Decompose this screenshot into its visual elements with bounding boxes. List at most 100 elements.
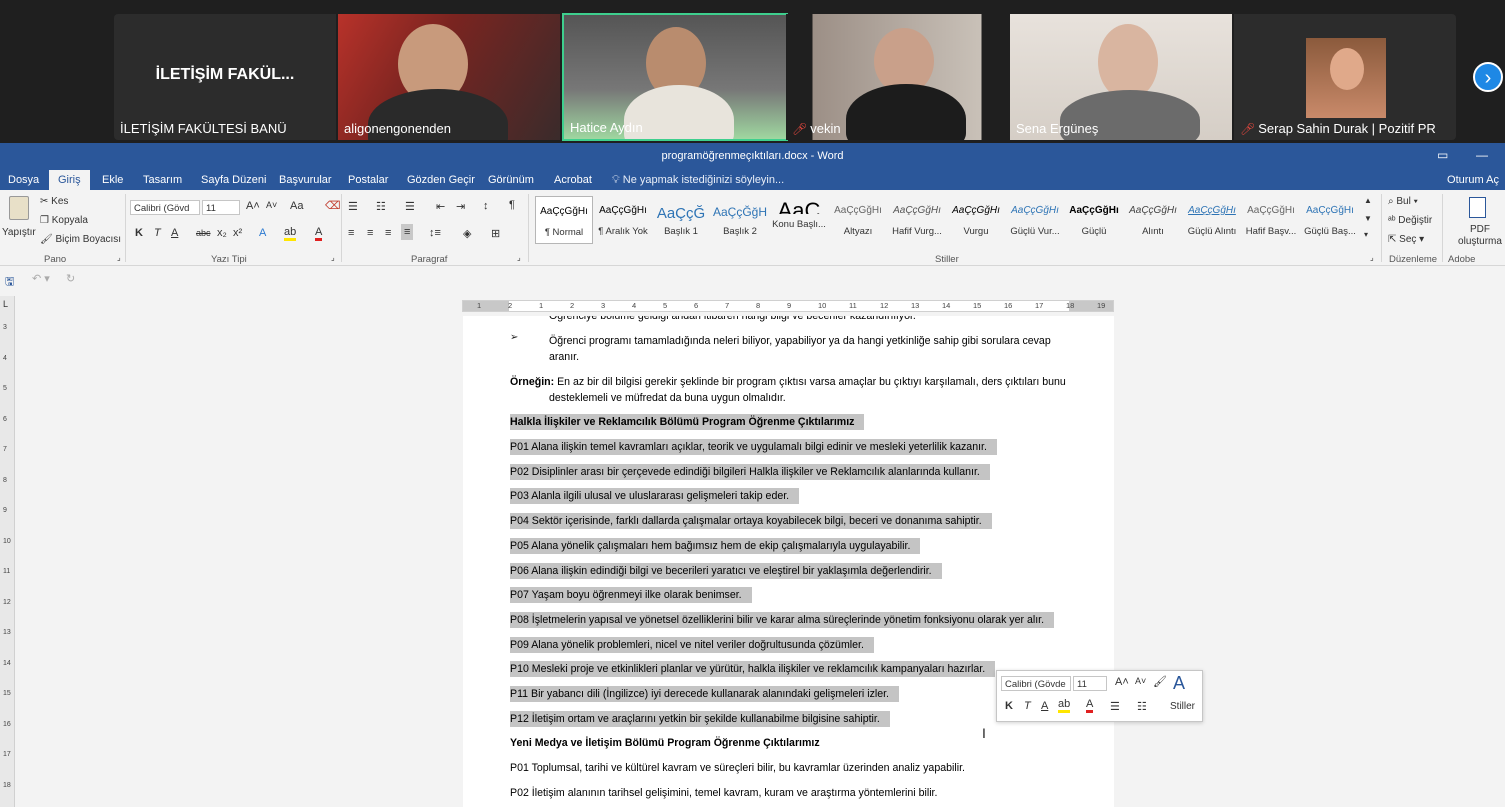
tab-gorunum[interactable]: Görünüm (488, 174, 534, 186)
style-item[interactable]: AaÇçĞğHı Hafif Vurg... (888, 196, 946, 244)
font-color-icon[interactable]: A (1086, 699, 1094, 713)
line-spacing-icon[interactable]: ↕≡ (429, 227, 441, 239)
chevron-right-icon[interactable]: › (1473, 62, 1503, 92)
gallery-down-icon[interactable]: ▼ (1364, 214, 1372, 223)
style-item[interactable]: AaÇ Konu Başlı... (770, 196, 828, 244)
italic-button[interactable]: T (1024, 700, 1031, 712)
paste-button[interactable]: Yapıştır (2, 194, 36, 246)
ruler-tick-label: 4 (632, 301, 637, 310)
bold-button[interactable]: K (135, 227, 143, 239)
tell-me-box[interactable]: 💡︎ Ne yapmak istediğinizi söyleyin... (612, 174, 784, 187)
create-pdf-button[interactable]: PDF oluşturma (1449, 194, 1505, 250)
tab-sayfa-duzeni[interactable]: Sayfa Düzeni (201, 174, 266, 186)
grow-font-icon[interactable]: A˄ (1115, 676, 1129, 688)
style-item[interactable]: AaÇçĞğHı ¶ Aralık Yok (594, 196, 652, 244)
replace-button[interactable]: ᵃᵇ Değiştir (1388, 215, 1432, 226)
tab-dosya[interactable]: Dosya (8, 174, 39, 186)
subscript-button[interactable]: x₂ (217, 227, 227, 239)
tab-giris[interactable]: Giriş (49, 170, 90, 190)
align-right-icon[interactable]: ≡ (385, 227, 391, 239)
italic-button[interactable]: T (154, 227, 161, 239)
underline-button[interactable]: A (1041, 700, 1048, 712)
style-preview: AaÇçĞğHı (1069, 205, 1119, 216)
align-center-icon[interactable]: ≡ (367, 227, 373, 239)
participant-tile-serap-sahin-durak[interactable]: 🎤︎ Serap Sahin Durak | Pozitif PR (1234, 14, 1456, 140)
show-marks-icon[interactable]: ¶ (509, 199, 515, 211)
find-button[interactable]: ⌕ Bul ▾ (1388, 196, 1418, 207)
dialog-launcher-icon[interactable]: ⌟ (517, 253, 521, 262)
participant-tile-hatice-aydin[interactable]: Hatice Aydın (562, 13, 788, 141)
participant-tile-vekin[interactable]: 🎤︎ vekin (786, 14, 1008, 140)
style-item[interactable]: AaÇçĞğHı ¶ Normal (535, 196, 593, 244)
strikethrough-button[interactable]: abc (196, 228, 211, 238)
style-item[interactable]: AaÇçĞğHı Alıntı (1124, 196, 1182, 244)
font-size-box[interactable]: 11 (202, 200, 240, 215)
shrink-font-icon[interactable]: A˅ (266, 200, 277, 210)
styles-icon[interactable]: A (1173, 673, 1185, 694)
style-item[interactable]: AaÇçĞğHı Güçlü Alıntı (1183, 196, 1241, 244)
bullets-icon[interactable]: ☰ (348, 200, 358, 213)
align-left-icon[interactable]: ≡ (348, 227, 354, 239)
dialog-launcher-icon[interactable]: ⌟ (117, 253, 121, 262)
style-item[interactable]: AaÇçĞğH Başlık 2 (711, 196, 769, 244)
tab-ekle[interactable]: Ekle (102, 174, 123, 186)
clear-format-icon[interactable]: ⌫ (325, 199, 341, 212)
underline-button[interactable]: A (171, 227, 178, 239)
save-icon[interactable]: 🖫︎ (5, 273, 14, 292)
participant-tile-iletisim[interactable]: İLETİŞİM FAKÜL... İLETİŞİM FAKÜLTESİ BAN… (114, 14, 336, 140)
decrease-indent-icon[interactable]: ⇤ (436, 200, 445, 213)
copy-button[interactable]: ❐ Kopyala (40, 215, 88, 226)
style-item[interactable]: AaÇçĞğHı Hafif Başv... (1242, 196, 1300, 244)
gallery-up-icon[interactable]: ▲ (1364, 196, 1372, 205)
bullets-icon[interactable]: ☰ (1110, 700, 1120, 713)
select-button[interactable]: ⇱ Seç ▾ (1388, 234, 1424, 245)
tab-tasarim[interactable]: Tasarım (143, 174, 182, 186)
sign-in-link[interactable]: Oturum Aç (1447, 174, 1499, 186)
gallery-more-icon[interactable]: ▾ (1364, 230, 1368, 239)
style-item[interactable]: AaÇçĞğHı Güçlü Baş... (1301, 196, 1359, 244)
minimize-icon[interactable]: — (1476, 148, 1488, 162)
style-item[interactable]: AaÇçĞğHı Güçlü Vur... (1006, 196, 1064, 244)
text-effects-icon[interactable]: A (259, 227, 266, 239)
borders-icon[interactable]: ⊞ (491, 227, 500, 240)
tab-postalar[interactable]: Postalar (348, 174, 388, 186)
style-item[interactable]: AaÇçĞğHı Vurgu (947, 196, 1005, 244)
tab-acrobat[interactable]: Acrobat (554, 174, 592, 186)
style-item[interactable]: AaÇçĞğHı Güçlü (1065, 196, 1123, 244)
sort-icon[interactable]: ↕ (483, 200, 489, 212)
dialog-launcher-icon[interactable]: ⌟ (331, 253, 335, 262)
grow-font-icon[interactable]: A˄ (246, 200, 260, 212)
ribbon-display-icon[interactable]: ▭ (1437, 148, 1448, 162)
tab-selector-icon[interactable]: L (3, 299, 8, 309)
format-painter-icon[interactable]: 🖌︎ (1153, 675, 1167, 688)
superscript-button[interactable]: x² (233, 227, 242, 239)
font-color-icon[interactable]: A (315, 227, 323, 241)
dialog-launcher-icon[interactable]: ⌟ (1370, 253, 1374, 262)
mini-size-box[interactable]: 11 (1073, 676, 1107, 691)
multilevel-list-icon[interactable]: ☰ (405, 200, 415, 213)
style-item[interactable]: AaÇçĞğHı Altyazı (829, 196, 887, 244)
cut-button[interactable]: ✂ Kes (40, 196, 68, 207)
increase-indent-icon[interactable]: ⇥ (456, 200, 465, 213)
font-name-box[interactable]: Calibri (Gövd (130, 200, 200, 215)
document-page[interactable]: ➢ Öğrenciye bölüme geldiği andan itibare… (463, 316, 1114, 807)
redo-icon[interactable]: ↻ (66, 272, 75, 285)
numbering-icon[interactable]: ☷ (376, 200, 386, 213)
tab-gozden-gecir[interactable]: Gözden Geçir (407, 174, 475, 186)
style-item[interactable]: AaÇçĞ Başlık 1 (652, 196, 710, 244)
change-case-icon[interactable]: Aa (290, 200, 303, 212)
justify-icon[interactable]: ≡ (401, 224, 414, 240)
tab-basvurular[interactable]: Başvurular (279, 174, 332, 186)
participant-tile-aligonengonenden[interactable]: aligonengonenden (338, 14, 560, 140)
bold-button[interactable]: K (1005, 700, 1013, 712)
highlight-icon[interactable]: ab (1058, 699, 1071, 713)
highlight-icon[interactable]: ab (284, 227, 297, 241)
shrink-font-icon[interactable]: A˅ (1135, 676, 1146, 686)
participant-tile-sena-erguenes[interactable]: Sena Ergüneş (1010, 14, 1232, 140)
mini-font-box[interactable]: Calibri (Gövde (1001, 676, 1071, 691)
numbering-icon[interactable]: ☷ (1137, 700, 1147, 713)
outcome-text: P01 Alana ilişkin temel kavramları açıkl… (510, 439, 997, 455)
undo-icon[interactable]: ↶ ▾ (32, 272, 50, 285)
shading-icon[interactable]: ◈ (463, 227, 471, 240)
format-painter-button[interactable]: 🖌︎ Biçim Boyacısı (40, 234, 121, 245)
